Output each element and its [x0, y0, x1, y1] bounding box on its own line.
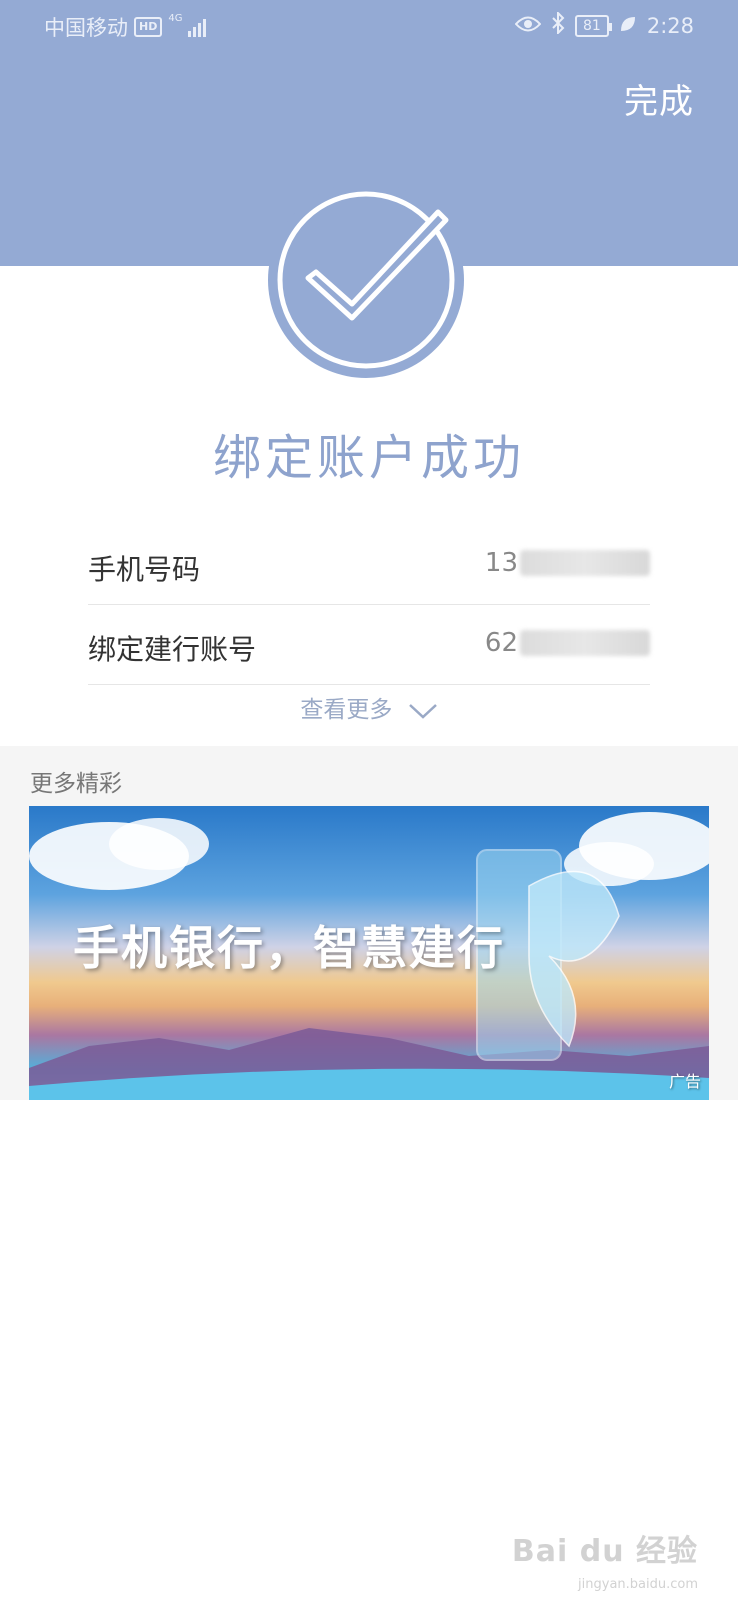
bluetooth-icon	[551, 10, 565, 39]
redaction-mask	[520, 550, 650, 576]
done-button[interactable]: 完成	[624, 74, 694, 123]
phone-value-visible: 13	[484, 548, 518, 578]
info-row-phone: 手机号码 13	[88, 524, 650, 605]
redaction-mask	[520, 630, 650, 656]
more-section: 更多精彩 手机银行，智慧建行 广告	[0, 746, 738, 1100]
network-type: 4G	[168, 13, 183, 24]
view-more-button[interactable]: 查看更多	[0, 690, 738, 724]
phone-value: 13	[485, 548, 650, 578]
success-title: 绑定账户成功	[212, 430, 525, 486]
ad-banner[interactable]: 手机银行，智慧建行 广告	[29, 806, 709, 1100]
section-title: 更多精彩	[30, 771, 122, 797]
leaf-icon	[619, 14, 637, 38]
watermark: Bai du 经验	[511, 1534, 698, 1569]
ad-label: 广告	[668, 1072, 701, 1091]
battery-indicator: 81	[575, 14, 612, 37]
account-value: 62	[485, 628, 650, 658]
account-value-visible: 62	[484, 628, 518, 658]
carrier-name: 中国移动	[44, 16, 128, 40]
chevron-down-icon	[408, 703, 437, 719]
check-circle-icon	[266, 180, 466, 380]
clock-time: 2:28	[646, 13, 694, 38]
phone-label: 手机号码	[88, 553, 201, 586]
status-left: 中国移动 HD 4G	[44, 12, 207, 42]
hd-badge: HD	[134, 17, 163, 37]
status-bar: 中国移动 HD 4G 81 2:28	[0, 0, 738, 52]
info-row-account: 绑定建行账号 62	[88, 604, 650, 685]
account-label: 绑定建行账号	[88, 633, 257, 666]
eye-icon	[514, 14, 542, 38]
watermark-url: jingyan.baidu.com	[578, 1577, 698, 1592]
banner-headline: 手机银行，智慧建行	[73, 921, 505, 975]
signal-icon	[188, 17, 207, 37]
view-more-label: 查看更多	[300, 697, 393, 723]
status-right: 81 2:28	[514, 10, 694, 39]
